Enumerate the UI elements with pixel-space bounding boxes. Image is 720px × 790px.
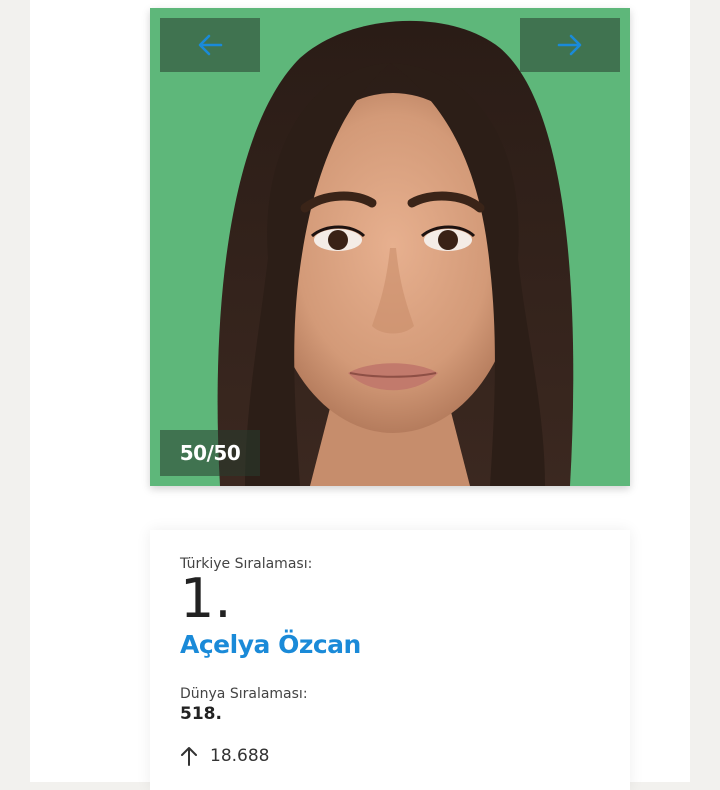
previous-photo-button[interactable]	[160, 18, 260, 72]
vote-count: 18.688	[180, 746, 269, 766]
arrow-up-icon	[181, 747, 197, 766]
next-photo-button[interactable]	[520, 18, 620, 72]
arrow-left-icon	[198, 34, 223, 56]
portrait-photo	[150, 8, 630, 486]
page-container: 50/50 Türkiye Sıralaması: 1. Açelya Özca…	[30, 0, 690, 790]
world-rank-value: 518.	[180, 704, 222, 724]
turkey-rank-value: 1.	[180, 567, 232, 630]
photo-counter: 50/50	[160, 430, 260, 476]
world-rank-label: Dünya Sıralaması:	[180, 686, 308, 702]
contestant-name-link[interactable]: Açelya Özcan	[180, 630, 361, 659]
vote-count-value: 18.688	[210, 746, 270, 766]
photo-gallery: 50/50	[150, 8, 630, 486]
ranking-card: Türkiye Sıralaması: 1. Açelya Özcan Düny…	[150, 530, 630, 790]
arrow-right-icon	[557, 34, 582, 56]
